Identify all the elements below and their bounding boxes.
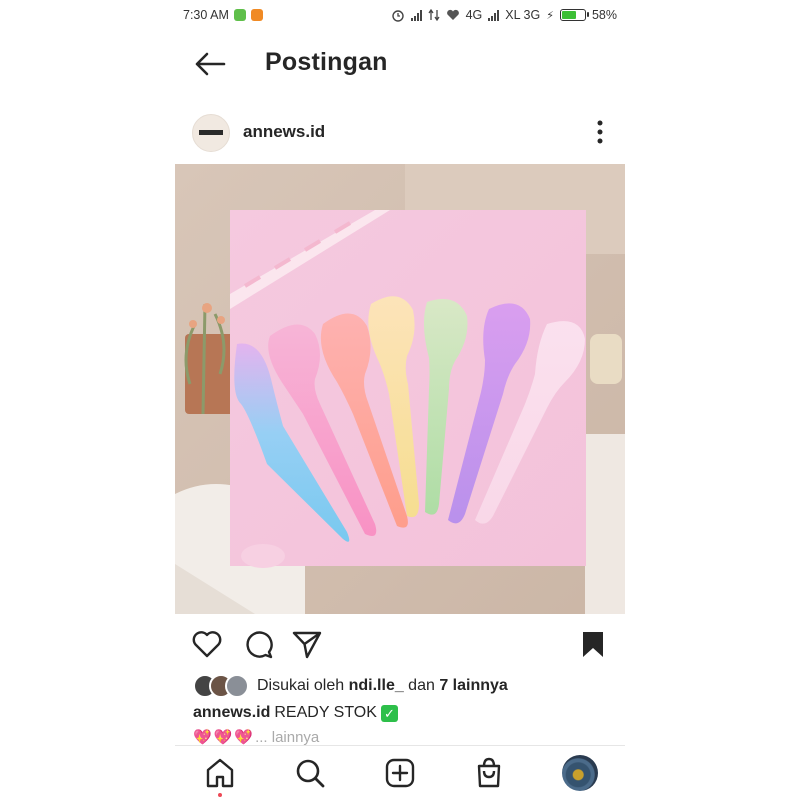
search-icon[interactable] — [293, 756, 327, 790]
comment-icon[interactable] — [242, 628, 274, 660]
caption-more[interactable]: ... lainnya — [255, 729, 319, 746]
caption-more-line[interactable]: 💖 💖 💖 ... lainnya — [193, 728, 319, 747]
heart-status-icon — [446, 9, 459, 20]
charging-icon: ⚡ — [546, 9, 554, 22]
alarm-icon — [391, 10, 404, 22]
heart-emoji-icon: 💖 — [213, 729, 233, 746]
check-emoji-icon: ✓ — [380, 704, 398, 722]
avatar — [225, 674, 249, 698]
bookmark-icon[interactable] — [577, 628, 609, 660]
likes-line[interactable]: Disukai oleh ndi.lle_ dan 7 lainnya — [193, 673, 508, 699]
caption-text: READY STOK — [274, 704, 377, 721]
post-header: annews.id — [175, 108, 625, 158]
heart-icon[interactable] — [191, 628, 223, 660]
add-post-icon[interactable] — [383, 756, 417, 790]
data-transfer-icon — [428, 9, 440, 21]
liker-avatars — [193, 674, 249, 698]
profile-avatar[interactable] — [562, 755, 598, 791]
status-bar: 7:30 AM 4G XL 3G ⚡ 58% — [175, 0, 625, 32]
arrow-left-icon[interactable] — [193, 50, 227, 78]
caption: annews.id READY STOK ✓ — [193, 704, 398, 722]
more-options-icon[interactable] — [595, 118, 605, 146]
spatula-photo — [175, 164, 625, 614]
app-notification-icon — [233, 9, 246, 21]
post-actions — [175, 624, 625, 664]
share-icon[interactable] — [291, 628, 323, 660]
avatar[interactable] — [192, 114, 230, 152]
likes-others[interactable]: 7 lainnya — [439, 677, 507, 695]
shop-icon[interactable] — [472, 756, 506, 790]
carrier-label: XL 3G — [505, 8, 541, 22]
phone-screen: 7:30 AM 4G XL 3G ⚡ 58% Postingan annews.… — [175, 0, 625, 800]
caption-username[interactable]: annews.id — [193, 704, 270, 722]
post-username[interactable]: annews.id — [243, 122, 325, 142]
likes-prefix: Disukai oleh — [257, 677, 349, 694]
battery-percent: 58% — [591, 8, 617, 22]
app-notification-icon — [250, 9, 263, 21]
bottom-nav — [175, 745, 625, 800]
heart-emoji-icon: 💖 — [234, 729, 254, 746]
battery-icon — [559, 9, 589, 21]
app-header: Postingan — [175, 36, 625, 92]
notification-dot — [218, 793, 222, 797]
signal-icon — [410, 9, 422, 21]
post-image[interactable] — [175, 164, 625, 614]
heart-emoji-icon: 💖 — [193, 729, 212, 746]
likes-user[interactable]: ndi.lle_ — [349, 677, 404, 695]
network-label: 4G — [465, 8, 483, 22]
status-time: 7:30 AM — [183, 8, 229, 22]
home-icon[interactable] — [203, 756, 237, 790]
likes-middle: dan — [403, 677, 440, 694]
page-title: Postingan — [265, 48, 388, 76]
signal-icon — [488, 9, 500, 21]
